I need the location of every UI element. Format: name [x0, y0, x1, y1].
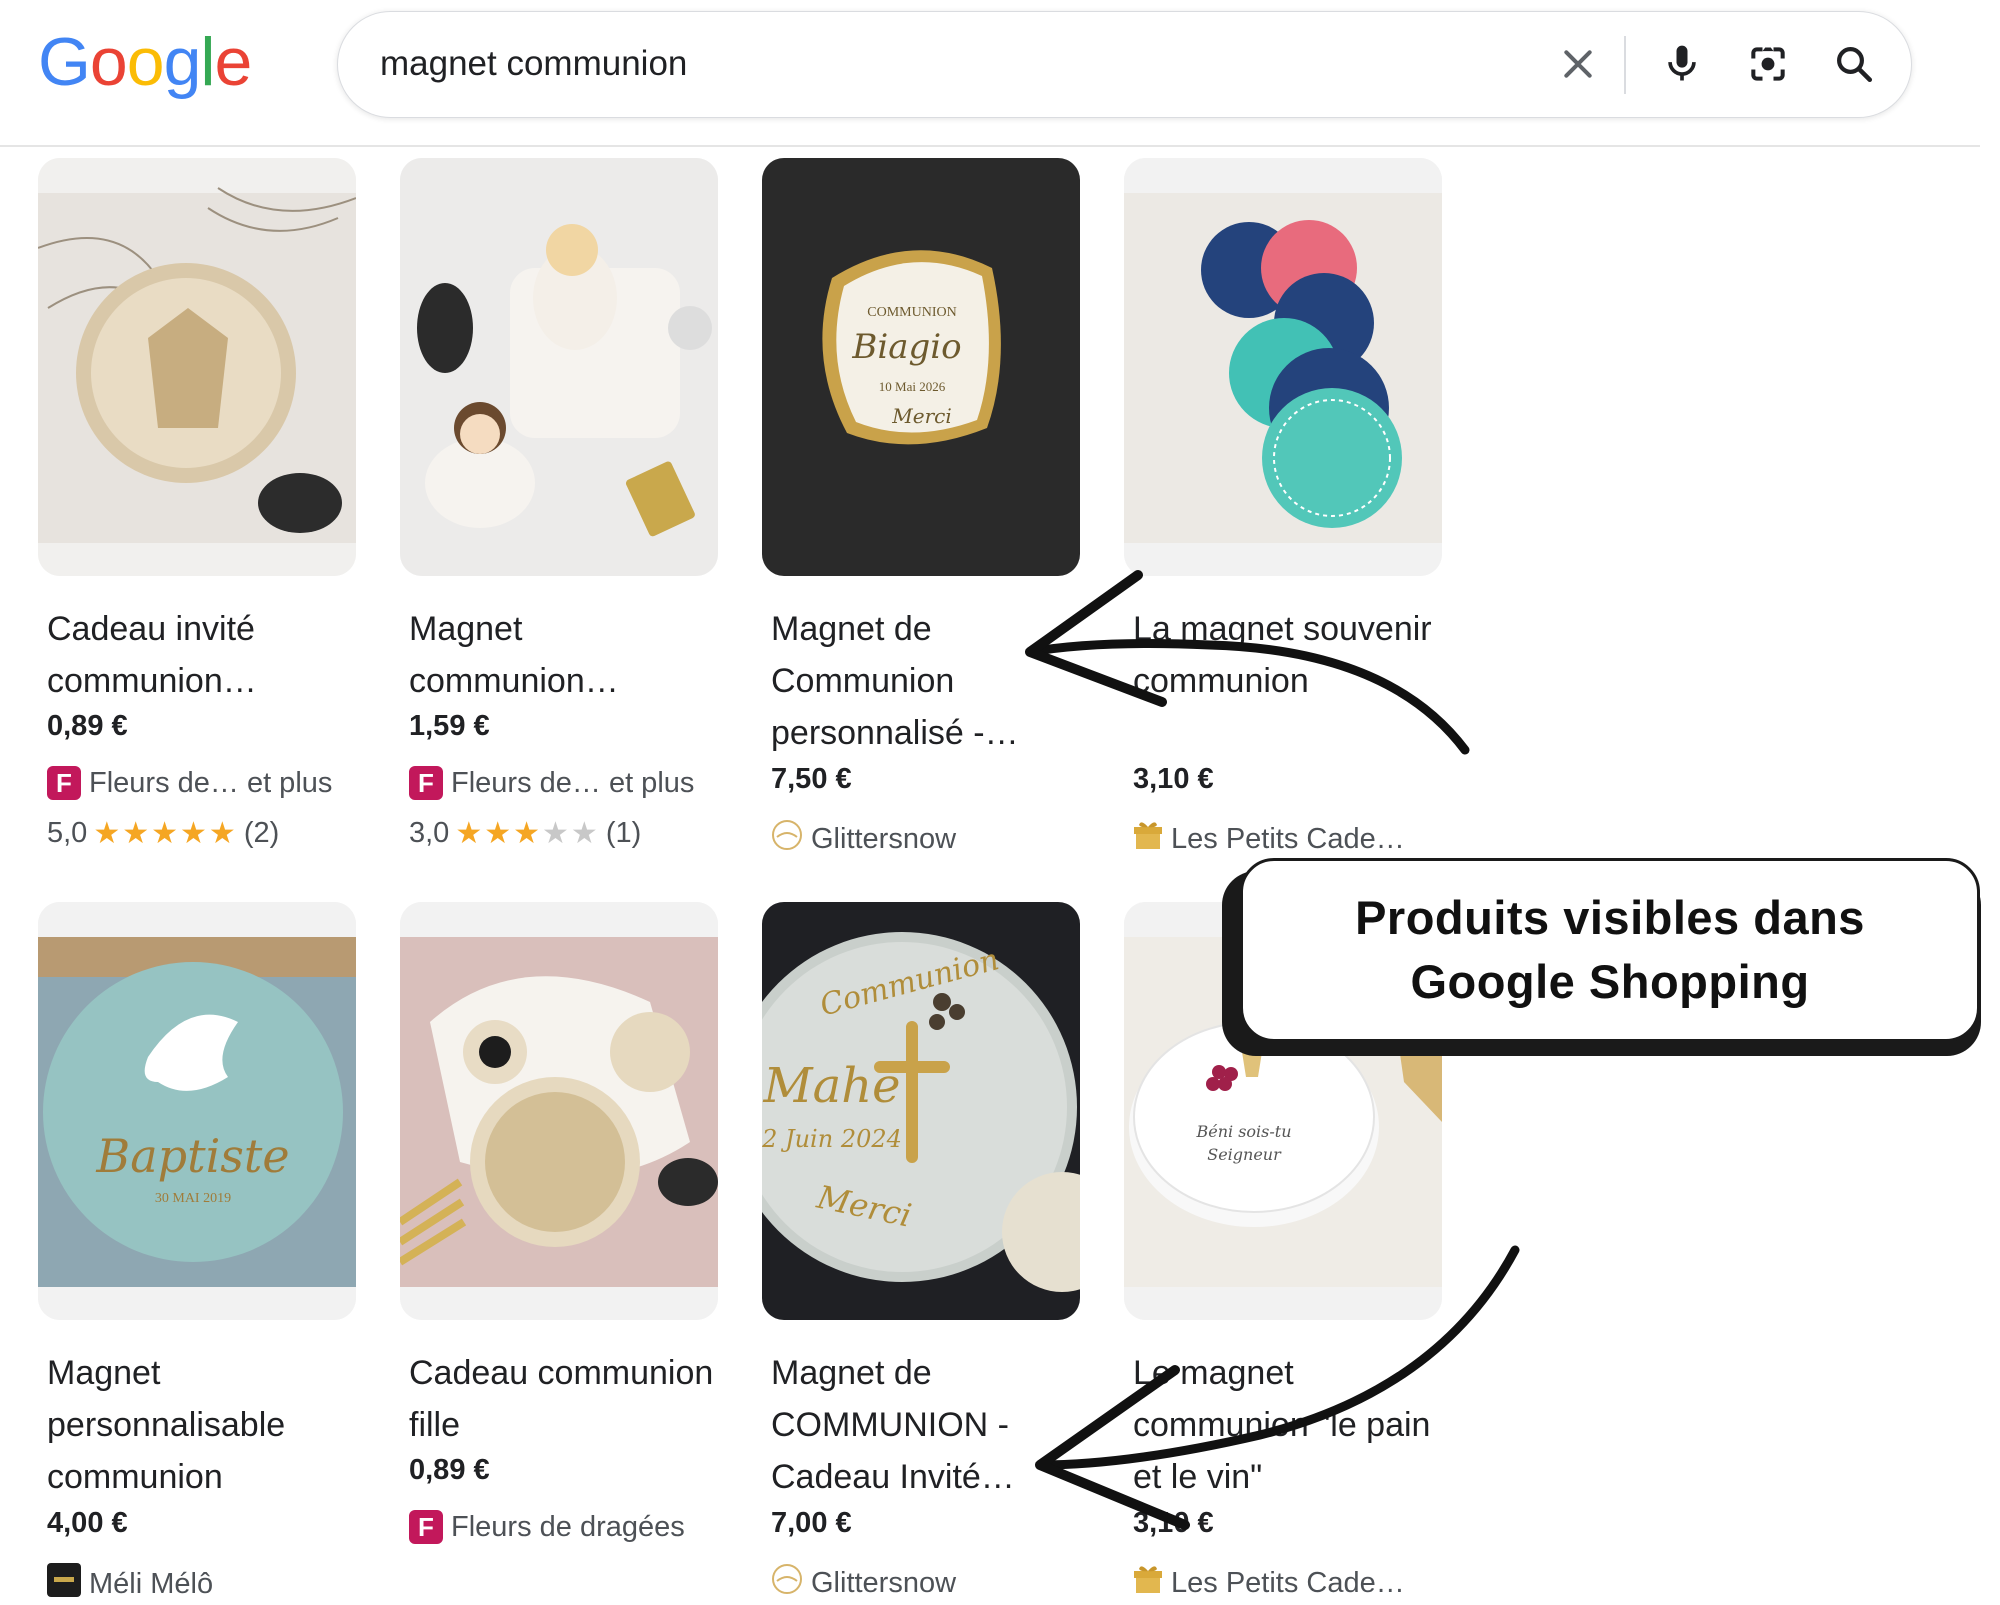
product-title[interactable]: La magnet souvenir communion — [1133, 603, 1453, 707]
google-logo[interactable]: Google — [38, 24, 253, 100]
review-count: (2) — [243, 817, 280, 849]
image-text: Seigneur — [1207, 1145, 1282, 1164]
product-title[interactable]: Cadeau communion fille — [409, 1347, 729, 1451]
product-rating: 3,0 ★★★★★ (1) — [409, 816, 641, 851]
seller-name: Les Petits Cade… — [1171, 822, 1405, 855]
logo-letter: G — [38, 24, 91, 100]
product-price: 4,00 € — [47, 1507, 128, 1539]
product-price: 7,50 € — [771, 763, 852, 795]
microphone-icon[interactable] — [1656, 38, 1708, 90]
image-text: Béni sois-tu — [1195, 1122, 1291, 1141]
product-image[interactable]: COMMUNION Biagio 10 Mai 2026 Merci — [762, 158, 1080, 576]
product-seller: F Fleurs de… et plus — [47, 766, 332, 800]
product-image[interactable]: Baptiste 30 MAI 2019 — [38, 902, 356, 1320]
callout-text: Produits visibles dans Google Shopping — [1355, 886, 1865, 1014]
logo-letter: e — [214, 24, 253, 100]
product-seller: Glittersnow — [771, 819, 956, 859]
review-count: (1) — [605, 817, 642, 849]
product-title[interactable]: Cadeau invité communion… — [47, 603, 367, 707]
seller-name: Fleurs de… et plus — [451, 766, 695, 799]
callout-line: Produits visibles dans — [1355, 891, 1865, 944]
star-rating-icon: ★★★★★ — [93, 817, 238, 850]
product-title[interactable]: Magnet de COMMUNION - Cadeau Invité… — [771, 1347, 1091, 1503]
callout-line: Google Shopping — [1410, 955, 1810, 1008]
glittersnow-favicon-icon — [771, 1563, 803, 1603]
lens-icon[interactable] — [1742, 38, 1794, 90]
seller-name: Méli Mélô — [89, 1567, 214, 1600]
rating-value: 3,0 — [409, 817, 450, 849]
logo-letter: o — [89, 24, 128, 100]
meli-favicon-icon — [47, 1563, 81, 1605]
product-image[interactable] — [400, 902, 718, 1320]
product-price: 0,89 € — [47, 710, 128, 742]
gift-favicon-icon — [1133, 819, 1163, 859]
fleurs-favicon-icon: F — [47, 766, 81, 800]
search-icon[interactable] — [1828, 38, 1880, 90]
image-text: Baptiste — [95, 1129, 289, 1183]
header-divider — [0, 145, 1980, 147]
product-price: 1,59 € — [409, 710, 490, 742]
product-seller: Méli Mélô — [47, 1563, 213, 1605]
search-bar[interactable]: magnet communion — [337, 11, 1912, 118]
search-input[interactable]: magnet communion — [380, 12, 687, 116]
product-price: 3,10 € — [1133, 1507, 1214, 1539]
product-title[interactable]: Magnet de Communion personnalisé -… — [771, 603, 1091, 759]
image-text: 2 Juin 2024 — [762, 1125, 902, 1153]
image-text: COMMUNION — [867, 305, 956, 320]
search-divider — [1624, 36, 1626, 94]
seller-name: Glittersnow — [811, 822, 957, 855]
product-seller: Glittersnow — [771, 1563, 956, 1603]
image-text: Biagio — [851, 327, 961, 367]
seller-name: Fleurs de dragées — [451, 1510, 685, 1543]
product-seller: F Fleurs de dragées — [409, 1510, 685, 1544]
product-image[interactable] — [38, 158, 356, 576]
glittersnow-favicon-icon — [771, 819, 803, 859]
product-title[interactable]: Magnet communion… — [409, 603, 729, 707]
star-rating-icon: ★★★★★ — [455, 817, 600, 850]
logo-letter: o — [126, 24, 165, 100]
product-price: 3,10 € — [1133, 763, 1214, 795]
callout-box: Produits visibles dans Google Shopping — [1240, 858, 1980, 1042]
product-title[interactable]: Magnet personnalisable communion — [47, 1347, 367, 1503]
rating-value: 5,0 — [47, 817, 88, 849]
product-image[interactable] — [400, 158, 718, 576]
product-rating: 5,0 ★★★★★ (2) — [47, 816, 279, 851]
fleurs-favicon-icon: F — [409, 766, 443, 800]
product-price: 0,89 € — [409, 1454, 490, 1486]
product-image[interactable]: Communion Mahé 2 Juin 2024 Merci — [762, 902, 1080, 1320]
image-text: 30 MAI 2019 — [155, 1191, 231, 1206]
seller-name: Glittersnow — [811, 1566, 957, 1599]
seller-name: Fleurs de… et plus — [89, 766, 333, 799]
product-title[interactable]: Le magnet communion "le pain et le vin" — [1133, 1347, 1453, 1503]
product-image[interactable] — [1124, 158, 1442, 576]
logo-letter: g — [163, 24, 202, 100]
image-text: Merci — [891, 404, 951, 428]
image-text: 10 Mai 2026 — [879, 379, 946, 394]
gift-favicon-icon — [1133, 1563, 1163, 1603]
product-seller: Les Petits Cade… — [1133, 1563, 1405, 1603]
product-price: 7,00 € — [771, 1507, 852, 1539]
logo-letter: l — [200, 24, 215, 100]
close-icon[interactable] — [1552, 38, 1604, 90]
fleurs-favicon-icon: F — [409, 1510, 443, 1544]
product-seller: Les Petits Cade… — [1133, 819, 1405, 859]
product-seller: F Fleurs de… et plus — [409, 766, 694, 800]
seller-name: Les Petits Cade… — [1171, 1566, 1405, 1599]
